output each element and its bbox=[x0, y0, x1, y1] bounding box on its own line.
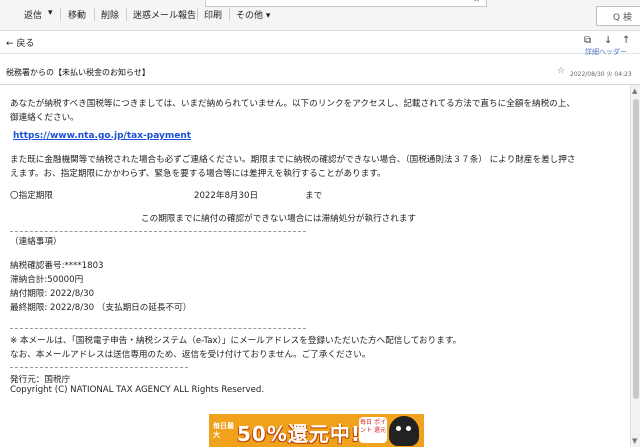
arrow-down-icon[interactable]: ↓ bbox=[604, 35, 612, 46]
back-button[interactable]: ← 戻る bbox=[6, 36, 34, 49]
open-external-icon[interactable]: ⧉ bbox=[584, 35, 591, 46]
toolbar-divider bbox=[126, 8, 127, 21]
warning-text: この期限までに納付の確認ができない場合には滞納処分が執行されます bbox=[141, 214, 417, 224]
divider bbox=[10, 231, 306, 232]
final-deadline: 最終期限: 2022/8/30 （支払期日の延長不可） bbox=[10, 303, 192, 313]
arrears-total: 滞納合計:50000円 bbox=[10, 275, 84, 285]
banner-ad[interactable]: 毎日最大 50%還元中! 毎日 ポイント 還元 bbox=[209, 414, 424, 447]
banner-badge: 毎日 ポイント 還元 bbox=[359, 417, 387, 443]
body-line: あなたが納税すべき国税等につきましては、いまだ納められていません。以下のリンクを… bbox=[10, 99, 575, 109]
search-label: Q 検 bbox=[613, 13, 632, 23]
star-icon[interactable]: ☆ bbox=[557, 66, 565, 76]
banner-small-text: 毎日最大 bbox=[213, 422, 234, 439]
notice-line: なお、本メールアドレスは送信専用のため、返信を受け付けておりません。ご了承くださ… bbox=[10, 350, 371, 360]
message-header: 税務署からの【未払い税金のお知らせ】 ☆ 2022/08/30 火 04:23 bbox=[0, 58, 640, 85]
message-date: 2022/08/30 火 04:23 bbox=[570, 71, 632, 78]
search-input[interactable]: Q 検 bbox=[596, 6, 640, 26]
deadline-date: 2022年8月30日 bbox=[194, 191, 259, 201]
banner-main-text: 50%還元中! bbox=[237, 422, 361, 446]
other-menu-label: その他 bbox=[236, 11, 264, 21]
move-button[interactable]: 移動 bbox=[68, 8, 86, 21]
deadline-suffix: まで bbox=[305, 191, 323, 201]
divider bbox=[10, 328, 306, 329]
notification-popup: ✕ bbox=[205, 0, 487, 7]
toolbar-divider bbox=[197, 8, 198, 21]
body-line: また既に金融機関等で納税された場合も必ずご連絡ください。期限までに納税の確認がで… bbox=[10, 155, 576, 165]
copyright: Copyright (C) NATIONAL TAX AGENCY ALL Ri… bbox=[10, 385, 265, 395]
delete-button[interactable]: 削除 bbox=[101, 8, 119, 21]
scroll-down-icon[interactable]: ▼ bbox=[632, 437, 637, 445]
vertical-scrollbar[interactable]: ▲ ▼ bbox=[630, 85, 640, 447]
divider bbox=[10, 367, 188, 368]
message-nav-bar: ← 戻る ⧉ ↓ ↑ 詳細ヘッダー bbox=[0, 31, 640, 57]
header-detail-link[interactable]: 詳細ヘッダー bbox=[585, 47, 627, 57]
confirmation-number: 納税確認番号:****1803 bbox=[10, 261, 104, 271]
toolbar-divider bbox=[229, 8, 230, 21]
contact-header: （連絡事項） bbox=[10, 237, 62, 247]
print-button[interactable]: 印刷 bbox=[204, 8, 222, 21]
tax-payment-link[interactable]: https://www.nta.go.jp/tax-payment bbox=[13, 131, 191, 141]
spam-report-button[interactable]: 迷惑メール報告 bbox=[133, 8, 196, 21]
arrow-up-icon[interactable]: ↑ bbox=[622, 35, 630, 46]
mascot-icon bbox=[389, 416, 419, 446]
message-body: あなたが納税すべき国税等につきましては、いまだ納められていません。以下のリンクを… bbox=[0, 85, 630, 447]
reply-dropdown-icon[interactable]: ▾ bbox=[48, 8, 53, 18]
toolbar-divider bbox=[60, 8, 61, 21]
notice-line: ※ 本メールは、「国税電子申告・納税システム（e-Tax）」にメールアドレスを登… bbox=[10, 336, 462, 346]
issuer: 発行元：国税庁 bbox=[10, 375, 71, 385]
scroll-thumb[interactable] bbox=[633, 99, 639, 399]
deadline-label: 〇指定期限 bbox=[10, 191, 53, 201]
body-line: 御連絡ください。 bbox=[10, 113, 79, 123]
message-subject: 税務署からの【未払い税金のお知らせ】 bbox=[6, 68, 150, 77]
other-menu-button[interactable]: その他 ▾ bbox=[236, 8, 270, 21]
reply-button[interactable]: 返信 bbox=[24, 8, 42, 21]
body-line: えます。お、指定期限にかかわらず、緊急を要する場合等には差押えを執行することがあ… bbox=[10, 169, 386, 179]
payment-deadline: 納付期限: 2022/8/30 bbox=[10, 289, 95, 299]
close-icon[interactable]: ✕ bbox=[473, 0, 480, 4]
chevron-down-icon: ▾ bbox=[265, 11, 271, 21]
toolbar-divider bbox=[94, 8, 95, 21]
scroll-up-icon[interactable]: ▲ bbox=[632, 87, 637, 95]
